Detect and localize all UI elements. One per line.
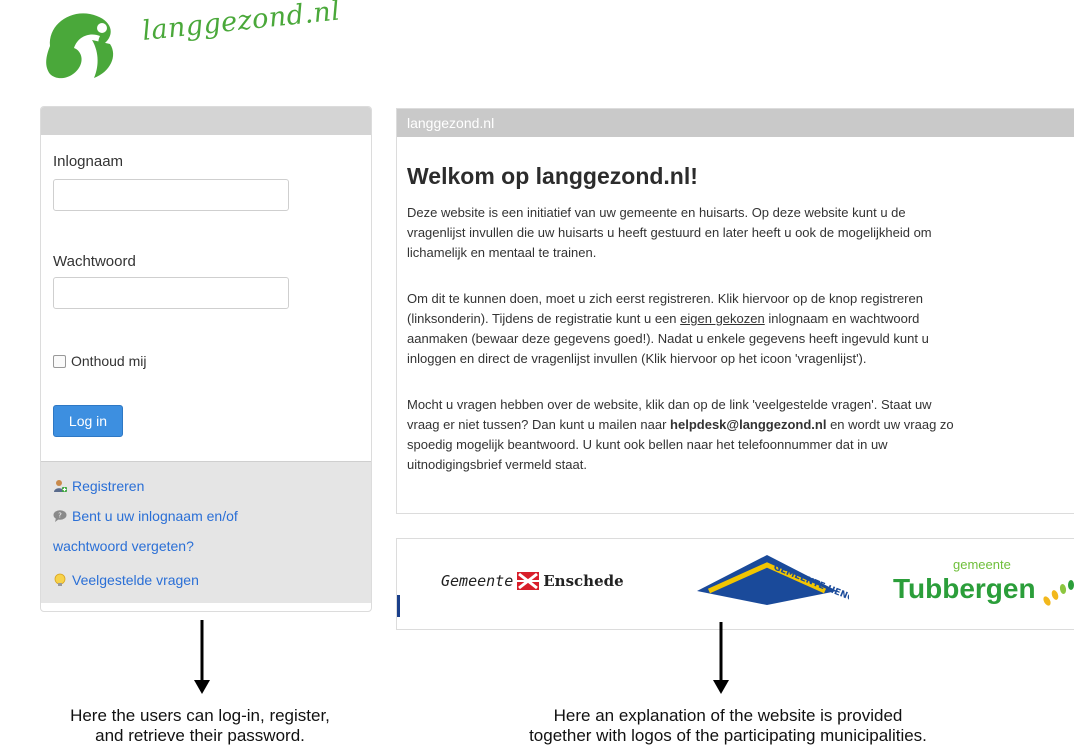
registration-line: aanmaken (bewaar deze gegevens goed!). N…	[407, 331, 929, 346]
enschede-word-2: Enschede	[543, 572, 624, 590]
password-input[interactable]	[53, 277, 289, 309]
down-arrow-icon	[194, 620, 210, 694]
emphasis-underline: eigen gekozen	[680, 311, 765, 326]
login-panel-header	[41, 107, 371, 135]
page-title: Welkom op langgezond.nl!	[407, 163, 698, 189]
hengelo-logo: GEMEENTE HENGELO	[697, 555, 849, 611]
carousel-indicator	[397, 595, 400, 617]
wheat-icon	[1043, 580, 1074, 606]
speech-bubble-icon: ?	[53, 510, 67, 522]
down-arrow-icon	[713, 622, 729, 694]
caption-line: together with logos of the participating…	[529, 726, 927, 745]
intro-paragraph: Deze website is een initiatief van uw ge…	[407, 203, 1057, 263]
help-line: uitnodigingsbrief vermeld staat.	[407, 457, 587, 472]
registration-line: inloggen en direct de vragenlijst invull…	[407, 351, 867, 366]
leaf-logo-icon	[46, 13, 114, 79]
welcome-panel-header: langgezond.nl	[397, 109, 1074, 137]
registration-line: Om dit te kunnen doen, moet u zich eerst…	[407, 291, 923, 306]
faq-label: Veelgestelde vragen	[72, 572, 199, 588]
password-label: Wachtwoord	[53, 253, 136, 270]
username-label: Inlognaam	[53, 153, 124, 170]
remember-checkbox[interactable]	[53, 354, 66, 368]
tubbergen-small-text: gemeente	[953, 557, 1011, 572]
svg-text:?: ?	[58, 512, 62, 520]
logo-text: langgezond.nl	[140, 0, 342, 47]
welcome-panel: langgezond.nl Welkom op langgezond.nl! D…	[396, 108, 1074, 514]
municipality-logos: Gemeente Enschede GEMEENTE HENGELO gemee…	[396, 538, 1074, 630]
forgot-password-link[interactable]: ? Bent u uw inlognaam en/of	[53, 508, 238, 524]
login-caption: Here the users can log-in, register, and…	[20, 706, 380, 746]
registration-paragraph: Om dit te kunnen doen, moet u zich eerst…	[407, 289, 1057, 369]
site-logo[interactable]: langgezond.nl	[40, 0, 342, 94]
register-label: Registreren	[72, 478, 145, 494]
intro-line: vragenlijst invullen die uw huisarts u h…	[407, 225, 932, 240]
caption-line: and retrieve their password.	[95, 726, 305, 745]
content-caption: Here an explanation of the website is pr…	[468, 706, 988, 746]
forgot-password-link-line2[interactable]: wachtwoord vergeten?	[53, 538, 194, 554]
login-links-area: Registreren ? Bent u uw inlognaam en/of …	[41, 461, 371, 603]
remember-me[interactable]: Onthoud mij	[53, 353, 146, 369]
tubbergen-name: Tubbergen	[893, 573, 1036, 604]
forgot-label-line2: wachtwoord vergeten?	[53, 538, 194, 554]
username-input[interactable]	[53, 179, 289, 211]
faq-link[interactable]: Veelgestelde vragen	[53, 572, 199, 588]
login-button[interactable]: Log in	[53, 405, 123, 437]
help-line: spoedig mogelijk beantwoord. U kunt ook …	[407, 437, 888, 452]
user-add-icon	[54, 480, 67, 492]
intro-line: Deze website is een initiatief van uw ge…	[407, 205, 906, 220]
help-paragraph: Mocht u vragen hebben over de website, k…	[407, 395, 1057, 475]
register-link[interactable]: Registreren	[53, 478, 144, 494]
forgot-label-line1: Bent u uw inlognaam en/of	[72, 508, 238, 524]
caption-line: Here the users can log-in, register,	[70, 706, 330, 725]
tubbergen-logo: gemeente Tubbergen	[893, 551, 1074, 621]
help-line: vraag er niet tussen? Dan kunt u mailen …	[407, 417, 954, 432]
lightbulb-icon	[54, 573, 66, 586]
remember-label: Onthoud mij	[71, 353, 147, 369]
enschede-cross-icon	[517, 572, 540, 590]
helpdesk-email: helpdesk@langgezond.nl	[670, 417, 827, 432]
registration-line: (linksonderin). Tijdens de registratie k…	[407, 311, 920, 326]
intro-line: lichamelijk en mentaal te trainen.	[407, 245, 597, 260]
caption-line: Here an explanation of the website is pr…	[553, 706, 903, 725]
help-line: Mocht u vragen hebben over de website, k…	[407, 397, 932, 412]
enschede-logo: Gemeente Enschede	[441, 572, 624, 590]
enschede-word-1: Gemeente	[441, 572, 514, 590]
login-panel: Inlognaam Wachtwoord Onthoud mij Log in …	[40, 106, 372, 612]
